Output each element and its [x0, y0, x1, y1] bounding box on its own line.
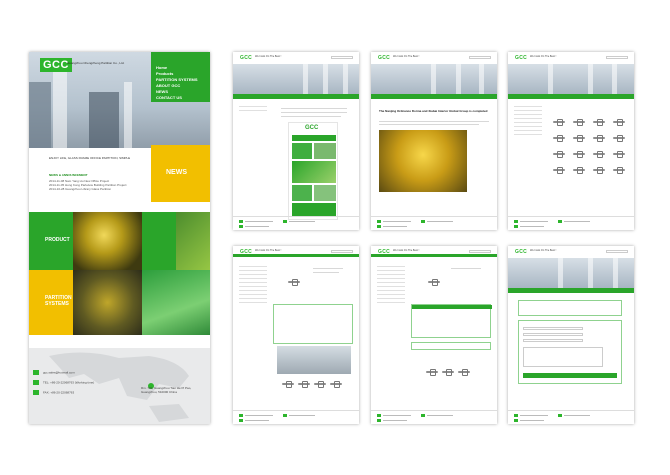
page-header: GCC We Insist On The Best ! [508, 52, 634, 64]
page-nav[interactable] [233, 94, 359, 99]
article-photo [379, 130, 467, 192]
page-banner [233, 64, 359, 94]
page-logo[interactable]: GCC [240, 55, 252, 61]
green-photo [176, 212, 210, 270]
home-tagline: Guangzhou Chengzheng Partition Co., Ltd. [67, 61, 125, 65]
article-page-mock: GCC We Insist On The Best ! The Nanjing … [371, 52, 497, 230]
page-logo[interactable]: GCC [515, 249, 527, 255]
news-list: NEWS & ANNOUNCEMENT 2014-11-08 Nam Yang … [49, 173, 145, 191]
footer-tel: TEL: +86-20-22068763 (Working time) [33, 380, 94, 385]
search-box[interactable] [606, 56, 628, 59]
page-footer [371, 216, 497, 230]
page-tagline: We Insist On The Best ! [393, 55, 420, 58]
contact-page-mock: GCC We Insist On The Best ! [508, 246, 634, 424]
submit-button[interactable] [523, 373, 617, 378]
message-textarea[interactable] [523, 347, 603, 367]
search-box[interactable] [606, 250, 628, 253]
fax-icon [33, 390, 39, 395]
page-banner [371, 64, 497, 94]
note-box [411, 342, 491, 350]
page-banner [508, 258, 634, 288]
page-sidebar [514, 104, 542, 136]
page-sidebar [239, 264, 267, 304]
page-nav[interactable] [508, 288, 634, 293]
brochure-image: GCC [288, 122, 338, 220]
product-image [427, 278, 447, 286]
news-list-page-mock: GCC We Insist On The Best ! GCC [233, 52, 359, 230]
contact-info-box [518, 300, 622, 316]
page-nav[interactable] [233, 254, 359, 257]
page-footer [233, 410, 359, 424]
search-box[interactable] [469, 56, 491, 59]
footer-email[interactable]: gcc.sales@hotmail.com [33, 370, 75, 375]
message-form [518, 320, 622, 384]
page-tagline: We Insist On The Best ! [255, 249, 282, 252]
email-icon [33, 370, 39, 375]
page-header: GCC We Insist On The Best ! [233, 52, 359, 64]
news-heading: NEWS & ANNOUNCEMENT [49, 173, 88, 177]
installation-photo [277, 346, 351, 374]
partition-tile-label: PARTITION SYSTEMS [45, 295, 72, 307]
product-detail-page-mock: GCC We Insist On The Best ! [233, 246, 359, 424]
footer-fax: FAX: +86-20-22068763 [33, 390, 74, 395]
page-banner [508, 64, 634, 94]
news-item[interactable]: 2014-10-28 Guangzhou Library Glass Parti… [49, 187, 145, 191]
product-image [287, 278, 307, 286]
home-main-menu: Home Products PARTITION SYSTEMS ABOUT GC… [151, 52, 210, 102]
page-tagline: We Insist On The Best ! [393, 249, 420, 252]
product-photo [73, 212, 142, 270]
form-field[interactable] [523, 333, 583, 336]
form-field[interactable] [523, 339, 583, 342]
partition-tile[interactable]: PARTITION SYSTEMS [29, 270, 73, 335]
page-tagline: We Insist On The Best ! [530, 55, 557, 58]
spec-table [411, 304, 492, 338]
home-page-mock: GCC Guangzhou Chengzheng Partition Co., … [29, 52, 210, 424]
page-nav[interactable] [371, 94, 497, 99]
brochure-logo: GCC [305, 125, 319, 131]
search-box[interactable] [331, 250, 353, 253]
product-tile-label: PRODUCT [45, 237, 70, 243]
news-tile-label: NEWS [166, 169, 187, 176]
page-sidebar [239, 104, 267, 112]
page-footer [508, 410, 634, 424]
page-header: GCC We Insist On The Best ! [371, 52, 497, 64]
green-tile [142, 212, 176, 270]
product-table-page-mock: GCC We Insist On The Best ! [371, 246, 497, 424]
product-grid-page-mock: GCC We Insist On The Best ! [508, 52, 634, 230]
page-header: GCC We Insist On The Best ! [508, 246, 634, 258]
page-sidebar [377, 264, 405, 304]
page-nav[interactable] [371, 254, 497, 257]
spec-box [273, 304, 353, 344]
hero-caption: ENJOY LIFE, GLASS FRAME OFFICE PARTITION… [49, 156, 131, 160]
page-tagline: We Insist On The Best ! [255, 55, 282, 58]
partition-photo-green [142, 270, 210, 335]
page-footer [371, 410, 497, 424]
search-box[interactable] [469, 250, 491, 253]
news-tile[interactable]: NEWS [151, 145, 210, 202]
page-logo[interactable]: GCC [515, 55, 527, 61]
page-logo[interactable]: GCC [378, 55, 390, 61]
partition-photo [73, 270, 142, 335]
footer-address: Rm. 702, Guangzhou Tian He Pi Pao, Guang… [141, 386, 192, 394]
world-map: gcc.sales@hotmail.com TEL: +86-20-220687… [29, 348, 210, 424]
phone-icon [33, 380, 39, 385]
page-footer [233, 216, 359, 230]
product-tile[interactable]: PRODUCT [29, 212, 73, 270]
page-footer [508, 216, 634, 230]
portfolio-canvas: GCC Guangzhou Chengzheng Partition Co., … [0, 0, 670, 475]
form-field[interactable] [523, 327, 583, 330]
search-box[interactable] [331, 56, 353, 59]
article-title: The Nanjing Ordnance Dorma and Xiabai In… [379, 109, 488, 113]
page-nav[interactable] [508, 94, 634, 99]
menu-item-contact[interactable]: CONTACT US [156, 95, 210, 101]
page-tagline: We Insist On The Best ! [530, 249, 557, 252]
